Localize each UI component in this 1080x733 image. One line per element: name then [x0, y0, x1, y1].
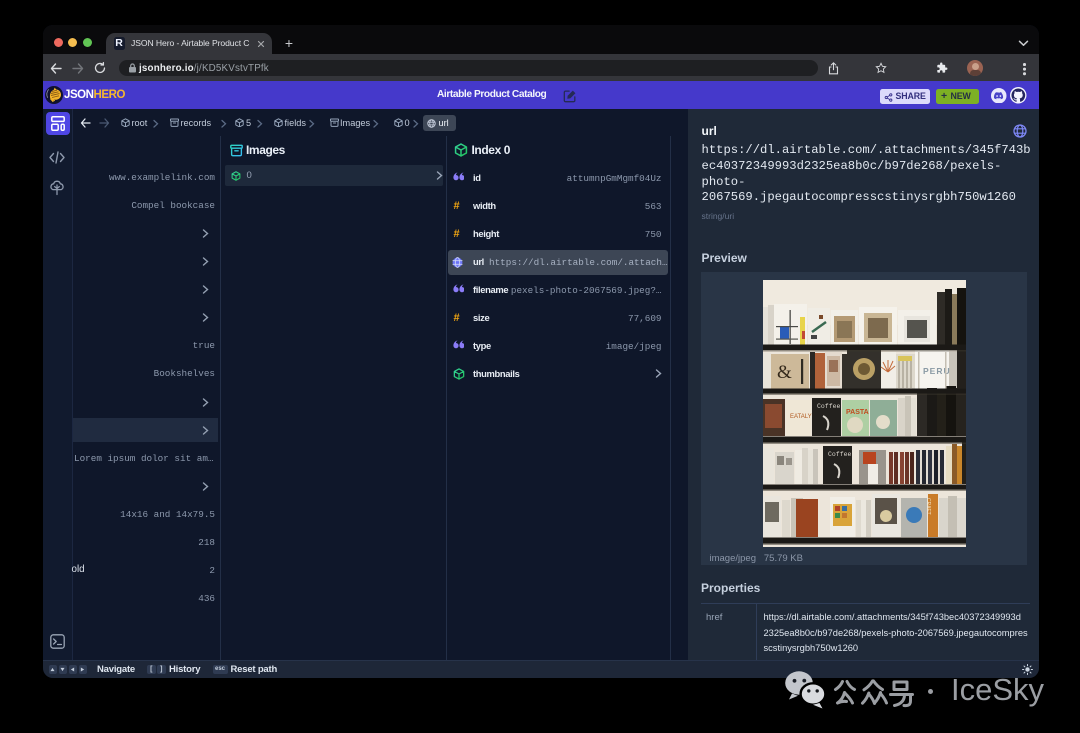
- svg-text:Coffee: Coffee: [817, 403, 841, 410]
- svg-text:CRAFT: CRAFT: [925, 498, 931, 515]
- svg-text:EATALY: EATALY: [790, 414, 812, 420]
- svg-text:PASTA: PASTA: [846, 409, 869, 416]
- svg-text:&: &: [777, 362, 792, 383]
- svg-text:Coffee: Coffee: [828, 451, 852, 458]
